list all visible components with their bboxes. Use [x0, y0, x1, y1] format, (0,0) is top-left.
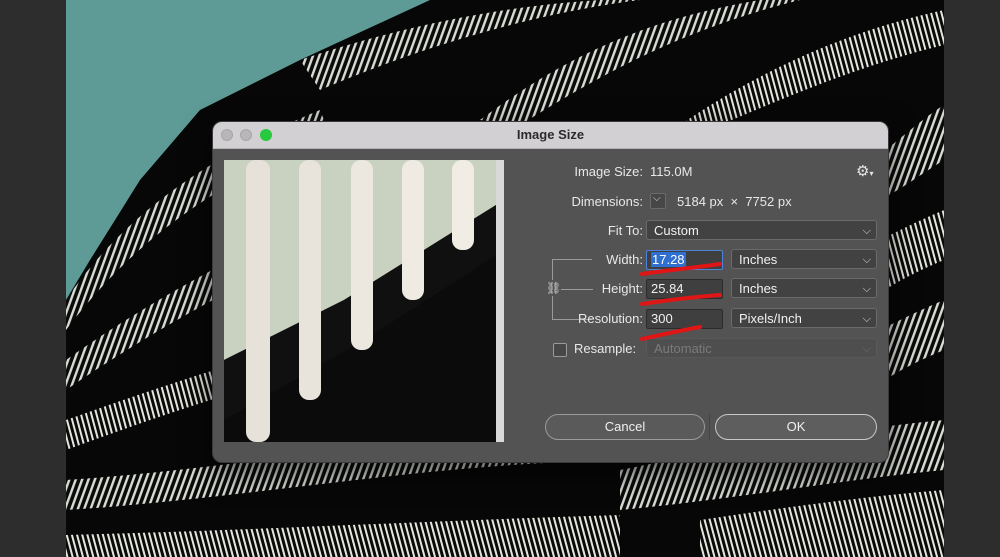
resample-checkbox[interactable] [553, 343, 567, 357]
height-label: Height: [601, 281, 643, 296]
image-size-label: Image Size: [574, 164, 643, 179]
ok-button-label: OK [786, 419, 806, 434]
fit-to-label: Fit To: [607, 223, 643, 238]
height-row: Height: [513, 281, 643, 301]
annotation-underline-width [640, 262, 722, 276]
dimensions-label: Dimensions: [571, 194, 643, 209]
image-preview[interactable] [224, 160, 504, 442]
chevron-down-icon: ⌵ [862, 225, 871, 237]
cancel-button-label: Cancel [604, 419, 646, 434]
width-row: Width: [513, 252, 643, 272]
height-unit-value: Inches [739, 281, 778, 296]
dimensions-row: Dimensions: [513, 194, 643, 214]
button-separator [709, 414, 710, 440]
image-size-row: Image Size: [513, 164, 643, 184]
dimensions-value: 5184 px × 7752 px [677, 194, 792, 209]
dialog-title: Image Size [516, 127, 585, 142]
image-size-value: 115.0M [650, 164, 693, 179]
ok-button[interactable]: OK [715, 414, 877, 440]
chevron-down-icon: ⌵ [862, 283, 871, 295]
gear-icon[interactable]: ⚙▾ [856, 162, 873, 180]
resolution-unit-select[interactable]: Pixels/Inch ⌵ [731, 308, 877, 328]
chevron-down-icon: ⌵ [862, 343, 871, 355]
fit-to-select[interactable]: Custom ⌵ [646, 220, 877, 240]
resolution-row: Resolution: [513, 311, 643, 331]
chevron-down-icon: ⌵ [653, 193, 661, 204]
dialog-titlebar: Image Size [213, 122, 888, 149]
image-size-dialog: Image Size Image Size: 115.0M ⚙▾ Dimensi… [212, 121, 889, 463]
annotation-underline-height [640, 293, 722, 306]
fit-to-value: Custom [654, 223, 699, 238]
resample-label: Resample: [574, 341, 637, 356]
chevron-down-icon: ⌵ [862, 254, 871, 266]
width-unit-select[interactable]: Inches ⌵ [731, 249, 877, 269]
width-unit-value: Inches [739, 252, 778, 267]
cancel-button[interactable]: Cancel [545, 414, 705, 440]
resolution-unit-value: Pixels/Inch [739, 311, 802, 326]
fit-to-row: Fit To: [513, 223, 643, 243]
annotation-underline-resolution [640, 325, 702, 341]
dimensions-dropdown[interactable]: ⌵ [650, 193, 666, 209]
resolution-label: Resolution: [577, 311, 643, 326]
chevron-down-icon: ⌵ [862, 313, 871, 325]
height-unit-select[interactable]: Inches ⌵ [731, 278, 877, 298]
